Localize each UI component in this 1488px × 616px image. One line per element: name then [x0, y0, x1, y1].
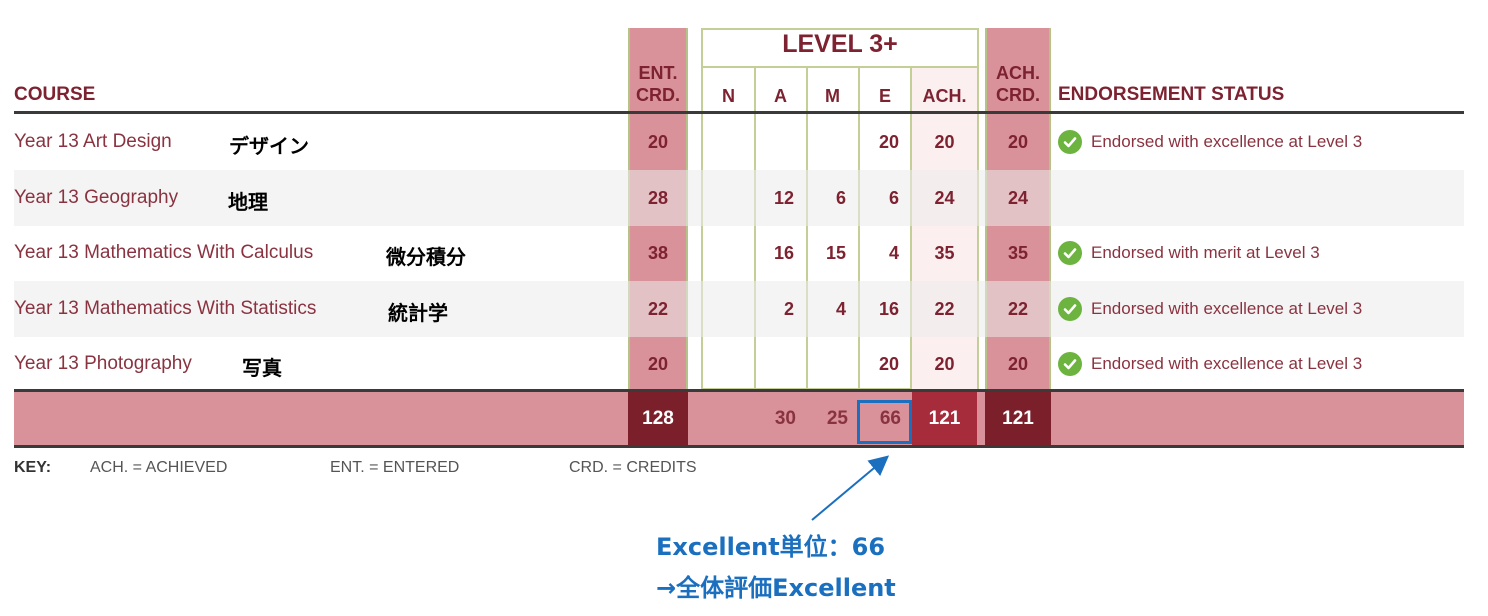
e-cell: 20 [878, 354, 899, 374]
a-header: A [774, 86, 787, 106]
total-achieved: 121 [912, 392, 977, 445]
achieved-credits-header: ACH. CRD. [985, 62, 1051, 106]
endorsement-text: Endorsed with excellence at Level 3 [1091, 298, 1363, 318]
m-cell: 6 [835, 187, 846, 208]
achieved-cell: 20 [934, 354, 955, 374]
total-entered-credits: 128 [628, 392, 688, 445]
course-name: Year 13 Mathematics With Statistics [14, 297, 317, 319]
achieved-cell: 22 [934, 298, 955, 319]
m-cell: 4 [835, 298, 846, 319]
total-m: 25 [826, 407, 848, 429]
japanese-translation: 地理 [228, 189, 268, 214]
endorsement-text: Endorsed with merit at Level 3 [1091, 243, 1320, 262]
annotation-line-2: →全体評価Excellent [656, 574, 896, 602]
key-label: KEY: [14, 459, 52, 476]
course-header: COURSE [14, 84, 96, 105]
achieved-cell: 20 [934, 132, 955, 152]
endorsement-text: Endorsed with excellence at Level 3 [1091, 132, 1363, 151]
endorsement-status: Endorsed with excellence at Level 3 [1058, 296, 1362, 322]
key-achieved: ACH. = ACHIEVED [90, 459, 228, 476]
table-row: Year 13 Geography 地理 28 12 6 6 24 24 [14, 169, 1464, 226]
achieved-cell: 24 [934, 187, 955, 208]
table-row: Year 13 Photography 写真 20 20 20 20 Endorsed wi… [14, 336, 1464, 392]
header-line: ACH. [996, 63, 1040, 83]
course-name: Year 13 Photography [14, 353, 192, 374]
achieved-cell: 35 [934, 243, 955, 263]
key-entered: ENT. = ENTERED [330, 459, 460, 476]
total-achieved-credits: 121 [985, 392, 1051, 445]
endorsement-text: Endorsed with excellence at Level 3 [1091, 354, 1363, 373]
japanese-translation: 微分積分 [386, 245, 466, 269]
e-cell: 16 [878, 298, 899, 319]
course-name: Year 13 Geography [14, 186, 179, 208]
header-line: ENT. [638, 63, 678, 83]
excellence-highlight-box [857, 400, 912, 444]
japanese-translation: 統計学 [388, 300, 448, 325]
endorsement-status: Endorsed with excellence at Level 3 [1058, 351, 1362, 377]
entered-credits-cell: 20 [647, 132, 669, 152]
n-header: N [722, 86, 735, 106]
achieved-credits-cell: 24 [1007, 187, 1029, 208]
entered-credits-cell: 20 [647, 354, 669, 374]
a-cell: 2 [783, 298, 794, 319]
endorsement-status: Endorsed with merit at Level 3 [1058, 240, 1320, 266]
a-cell: 12 [773, 187, 794, 208]
course-name: Year 13 Art Design [14, 131, 172, 152]
achieved-credits-cell: 20 [1007, 132, 1029, 152]
japanese-translation: デザイン [229, 134, 309, 158]
check-circle-icon [1058, 241, 1082, 265]
e-cell: 6 [888, 187, 899, 208]
m-cell: 15 [825, 243, 846, 263]
level-header-divider [701, 66, 979, 68]
entered-credits-header: ENT. CRD. [628, 62, 688, 106]
achieved-credits-cell: 20 [1007, 354, 1029, 374]
endorsement-header: ENDORSEMENT STATUS [1058, 84, 1285, 105]
m-header: M [825, 86, 840, 106]
course-name: Year 13 Mathematics With Calculus [14, 242, 314, 263]
japanese-translation: 写真 [242, 356, 282, 380]
entered-credits-cell: 28 [647, 187, 669, 208]
table-row: Year 13 Mathematics With Calculus 微分積分 38 1… [14, 225, 1464, 281]
annotation-arrow-icon [811, 455, 890, 521]
e-cell: 4 [888, 243, 899, 263]
annotation-line-1: Excellent単位：66 [656, 533, 886, 561]
total-a: 30 [774, 407, 796, 429]
achieved-header: ACH. [922, 86, 967, 106]
header-line: CRD. [636, 85, 680, 105]
endorsement-status: Endorsed with excellence at Level 3 [1058, 129, 1362, 155]
a-cell: 16 [773, 243, 794, 263]
check-circle-icon [1058, 352, 1082, 376]
totals-rule [14, 445, 1464, 448]
entered-credits-cell: 38 [647, 243, 669, 263]
entered-credits-cell: 22 [647, 298, 669, 319]
table-row: Year 13 Mathematics With Statistics 統計学 22… [14, 280, 1464, 337]
e-cell: 20 [878, 132, 899, 152]
table-row: Year 13 Art Design デザイン 20 20 20 20 Endorsed w… [14, 114, 1464, 170]
level-header: LEVEL 3+ [782, 30, 898, 58]
totals-row: 128 30 25 66 121 121 [14, 392, 1464, 445]
e-header: E [878, 86, 891, 106]
achieved-credits-cell: 35 [1007, 243, 1029, 263]
check-circle-icon [1058, 296, 1082, 321]
header-line: CRD. [996, 85, 1040, 105]
achieved-credits-cell: 22 [1007, 298, 1029, 319]
check-circle-icon [1058, 130, 1082, 154]
key-credits: CRD. = CREDITS [569, 459, 697, 476]
